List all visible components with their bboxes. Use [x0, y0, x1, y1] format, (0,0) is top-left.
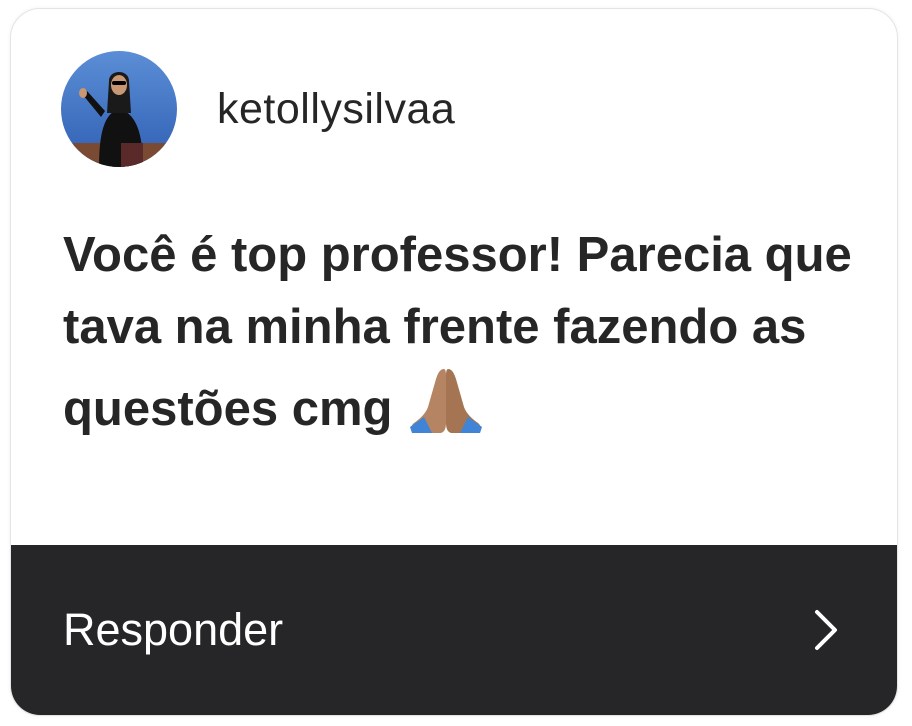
avatar-image [61, 51, 177, 167]
comment-message: Você é top professor! Parecia que tava n… [63, 219, 863, 455]
comment-card: ketollysilvaa Você é top professor! Pare… [10, 8, 898, 716]
reply-button-label[interactable]: Responder [63, 604, 283, 656]
folded-hands-icon [406, 363, 486, 455]
reply-bar[interactable]: Responder [11, 545, 897, 715]
comment-header: ketollysilvaa [61, 49, 455, 169]
avatar[interactable] [61, 51, 177, 167]
username[interactable]: ketollysilvaa [217, 85, 455, 134]
chevron-right-icon[interactable] [813, 608, 839, 652]
